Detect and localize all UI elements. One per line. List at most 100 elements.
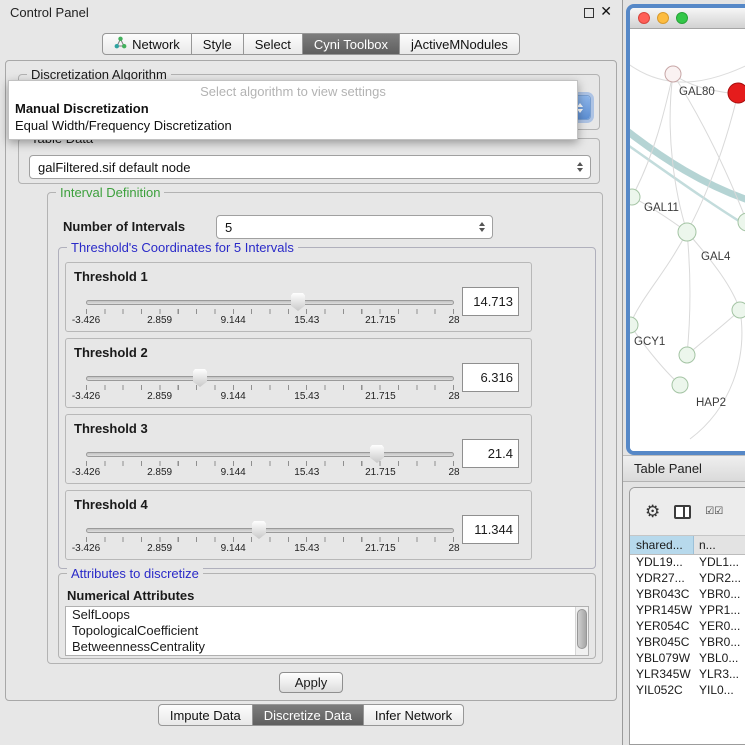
table-cell[interactable]: YDL1... (694, 555, 745, 571)
close-icon[interactable]: ✕ (600, 3, 612, 20)
table-row[interactable]: YBL079WYBL0... (630, 651, 745, 667)
network-node[interactable] (728, 83, 745, 103)
table-cell[interactable]: YER0... (694, 619, 745, 635)
threshold-value-box[interactable]: 6.316 (462, 363, 519, 392)
network-node[interactable] (679, 347, 695, 363)
tab-jactivemnodules[interactable]: jActiveMNodules (400, 33, 520, 55)
tab-discretize-data[interactable]: Discretize Data (253, 704, 364, 726)
table-cell[interactable]: YDL19... (630, 555, 694, 571)
attributes-list[interactable]: SelfLoopsTopologicalCoefficientBetweenne… (65, 606, 589, 656)
attribute-list-item[interactable]: TopologicalCoefficient (66, 623, 588, 639)
network-window-titlebar[interactable] (630, 8, 745, 29)
network-node[interactable] (678, 223, 696, 241)
table-cell[interactable]: YIL052C (630, 683, 694, 699)
network-edge[interactable] (687, 232, 690, 355)
table-cell[interactable]: YDR2... (694, 571, 745, 587)
table-cell[interactable]: YBR0... (694, 635, 745, 651)
table-cell[interactable]: YBR045C (630, 635, 694, 651)
network-canvas[interactable]: GAL80GAL11GAL4GCY1HAP2 (630, 29, 745, 451)
network-node[interactable] (672, 377, 688, 393)
table-cell[interactable]: YDR27... (630, 571, 694, 587)
table-data-combobox[interactable]: galFiltered.sif default node (29, 155, 591, 179)
scale-label: 9.144 (221, 543, 246, 554)
table-row[interactable]: YPR145WYPR1... (630, 603, 745, 619)
table-cell[interactable]: YIL0... (694, 683, 745, 699)
checkbox-icons[interactable]: ☑☑ (705, 506, 723, 517)
table-cell[interactable]: YER054C (630, 619, 694, 635)
network-node[interactable] (738, 213, 745, 231)
dropdown-option[interactable]: Equal Width/Frequency Discretization (9, 117, 577, 134)
threshold-value-box[interactable]: 11.344 (462, 515, 519, 544)
network-edge[interactable] (687, 310, 740, 355)
tab-impute-data[interactable]: Impute Data (158, 704, 253, 726)
attribute-list-item[interactable]: SelfLoops (66, 607, 588, 623)
table-cell[interactable]: YBL0... (694, 651, 745, 667)
combo-arrows-icon[interactable] (572, 162, 590, 172)
network-node[interactable] (630, 189, 640, 205)
threshold-slider[interactable]: -3.4262.8599.14415.4321.71528 (86, 443, 454, 483)
network-node[interactable] (665, 66, 681, 82)
scale-label: 2.859 (147, 315, 172, 326)
network-node[interactable] (630, 317, 638, 333)
tab-infer-network[interactable]: Infer Network (364, 704, 464, 726)
attribute-list-item[interactable]: BetweennessCentrality (66, 639, 588, 655)
network-node[interactable] (732, 302, 745, 318)
mac-zoom-icon[interactable] (676, 12, 688, 24)
table-row[interactable]: YLR345WYLR3... (630, 667, 745, 683)
network-edge[interactable] (690, 310, 742, 439)
mac-close-icon[interactable] (638, 12, 650, 24)
apply-button[interactable]: Apply (279, 672, 343, 693)
network-edge[interactable] (687, 232, 740, 310)
table-cell[interactable]: YLR3... (694, 667, 745, 683)
scale-label: 28 (448, 467, 459, 478)
scale-label: 2.859 (147, 467, 172, 478)
slider-track[interactable] (86, 452, 454, 457)
threshold-slider[interactable]: -3.4262.8599.14415.4321.71528 (86, 519, 454, 559)
settings-gear-icon[interactable]: ⚙ (645, 503, 660, 520)
tab-network[interactable]: Network (102, 33, 192, 55)
tab-style[interactable]: Style (192, 33, 244, 55)
network-edge[interactable] (687, 93, 738, 232)
table-row[interactable]: YBR043CYBR0... (630, 587, 745, 603)
network-edge[interactable] (630, 141, 745, 234)
slider-track[interactable] (86, 376, 454, 381)
float-window-icon[interactable] (584, 8, 594, 18)
table-cell[interactable]: YBL079W (630, 651, 694, 667)
table-cell[interactable]: YLR345W (630, 667, 694, 683)
slider-track[interactable] (86, 528, 454, 533)
column-header-shared-name[interactable]: shared... (630, 536, 694, 554)
threshold-slider[interactable]: -3.4262.8599.14415.4321.71528 (86, 291, 454, 331)
table-row[interactable]: YDR27...YDR2... (630, 571, 745, 587)
mac-minimize-icon[interactable] (657, 12, 669, 24)
number-of-intervals-combobox[interactable]: 5 (216, 215, 493, 239)
table-cell[interactable]: YPR145W (630, 603, 694, 619)
tab-cyni-toolbox[interactable]: Cyni Toolbox (303, 33, 400, 55)
dropdown-option[interactable]: Manual Discretization (9, 100, 577, 117)
scale-label: 15.43 (294, 315, 319, 326)
table-cell[interactable]: YBR043C (630, 587, 694, 603)
column-selector-icon[interactable] (674, 505, 691, 519)
scale-label: 21.715 (365, 543, 396, 554)
combo-arrows-icon[interactable] (474, 222, 492, 232)
threshold-value-box[interactable]: 21.4 (462, 439, 519, 468)
network-edge[interactable] (630, 325, 680, 385)
table-row[interactable]: YER054CYER0... (630, 619, 745, 635)
network-edge[interactable] (630, 59, 745, 82)
table-row[interactable]: YIL052CYIL0... (630, 683, 745, 699)
slider-scale: -3.4262.8599.14415.4321.71528 (86, 543, 454, 555)
slider-track[interactable] (86, 300, 454, 305)
threshold-value-box[interactable]: 14.713 (462, 287, 519, 316)
scrollbar-thumb[interactable] (577, 609, 587, 649)
table-row[interactable]: YBR045CYBR0... (630, 635, 745, 651)
tab-select[interactable]: Select (244, 33, 303, 55)
table-panel-bar[interactable]: Table Panel (623, 455, 745, 482)
list-scrollbar[interactable] (575, 607, 588, 655)
table-cell[interactable]: YPR1... (694, 603, 745, 619)
threshold-slider[interactable]: -3.4262.8599.14415.4321.71528 (86, 367, 454, 407)
panel-title: Control Panel (10, 5, 89, 20)
network-edge[interactable] (630, 232, 687, 325)
column-header-name[interactable]: n... (694, 536, 745, 554)
network-edge[interactable] (630, 127, 745, 204)
table-row[interactable]: YDL19...YDL1... (630, 555, 745, 571)
table-cell[interactable]: YBR0... (694, 587, 745, 603)
